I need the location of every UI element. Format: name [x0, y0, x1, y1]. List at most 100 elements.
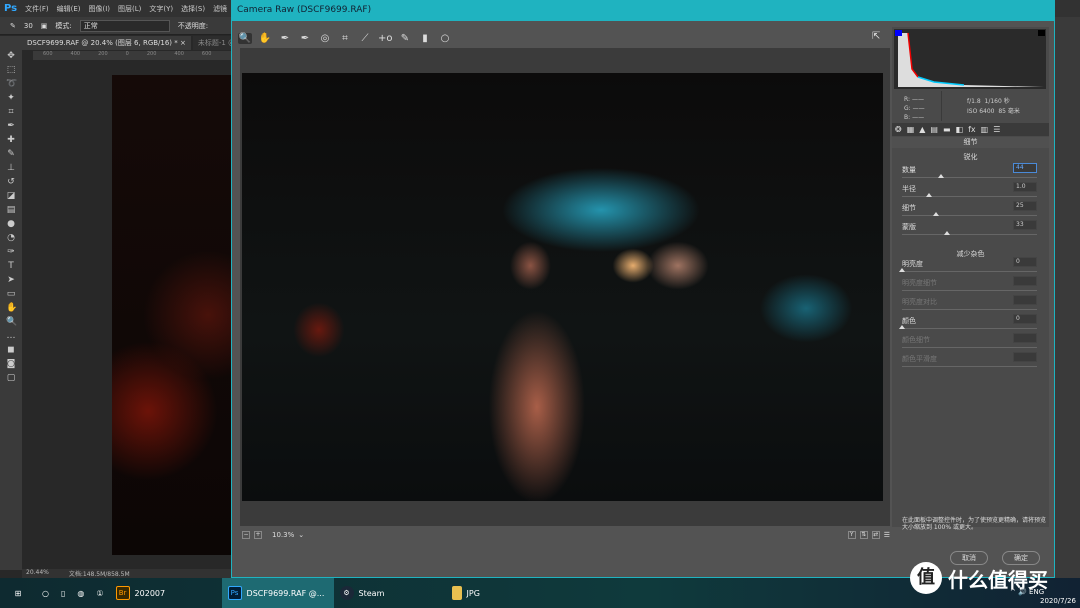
- slider-track[interactable]: [902, 271, 1037, 272]
- slider-value-input[interactable]: [1013, 295, 1037, 305]
- brush-panel-icon[interactable]: ▣: [41, 22, 48, 30]
- straighten-icon[interactable]: ⟋: [358, 33, 372, 44]
- copy-settings-button[interactable]: ⇄: [871, 530, 880, 539]
- slider-value-input[interactable]: 0: [1013, 257, 1037, 267]
- menu-filter[interactable]: 滤镜: [213, 4, 227, 14]
- tab-effects-icon[interactable]: fx: [968, 125, 976, 134]
- system-tray[interactable]: ^ 🔊 ENG: [1010, 588, 1044, 596]
- screen-mode-icon[interactable]: ▢: [6, 372, 16, 384]
- slider-track[interactable]: [902, 196, 1037, 197]
- tab-basic-icon[interactable]: ❂: [895, 125, 902, 134]
- clock-date[interactable]: 2020/7/26: [1040, 597, 1076, 605]
- slider-track[interactable]: [902, 328, 1037, 329]
- hand-tool-icon[interactable]: ✋: [258, 33, 272, 44]
- stamp-icon[interactable]: ⊥: [6, 162, 16, 174]
- shape-icon[interactable]: ▭: [6, 288, 16, 300]
- slider-track[interactable]: [902, 234, 1037, 235]
- tab-hsl-icon[interactable]: ▤: [930, 125, 938, 134]
- task-view-icon[interactable]: ▯: [55, 578, 71, 608]
- slider-value-input[interactable]: 1.0: [1013, 182, 1037, 192]
- tab-split-toning-icon[interactable]: ▬: [943, 125, 951, 134]
- adjustment-brush-icon[interactable]: ✎: [398, 33, 412, 44]
- slider-thumb[interactable]: [899, 268, 905, 272]
- slider-thumb[interactable]: [943, 231, 950, 235]
- slider-value-input[interactable]: 25: [1013, 201, 1037, 211]
- slider-track[interactable]: [902, 177, 1037, 178]
- status-zoom[interactable]: 20.44%: [26, 569, 49, 578]
- menu-type[interactable]: 文字(Y): [149, 4, 173, 14]
- healing-icon[interactable]: ✚: [6, 134, 16, 146]
- menu-file[interactable]: 文件(F): [25, 4, 49, 14]
- blur-icon[interactable]: ●: [6, 218, 16, 230]
- mode-select[interactable]: 正常: [79, 19, 170, 32]
- path-select-icon[interactable]: ➤: [6, 274, 16, 286]
- zoom-tool-icon[interactable]: 🔍: [238, 32, 252, 44]
- hand-icon[interactable]: ✋: [6, 302, 17, 314]
- pen-icon[interactable]: ✑: [6, 246, 16, 258]
- slider-track[interactable]: [902, 290, 1037, 291]
- before-after-y-button[interactable]: Y: [847, 530, 856, 539]
- slider-thumb[interactable]: [938, 174, 945, 178]
- tab-lens-icon[interactable]: ◧: [956, 125, 964, 134]
- menu-layer[interactable]: 图层(L): [118, 4, 141, 14]
- color-swatch-icon[interactable]: ◼: [6, 344, 16, 356]
- slider-track[interactable]: [902, 366, 1037, 367]
- tab-detail-icon[interactable]: ▲: [919, 125, 925, 134]
- slider-track[interactable]: [902, 215, 1037, 216]
- spot-removal-icon[interactable]: +o: [378, 33, 393, 44]
- slider-thumb[interactable]: [899, 325, 905, 329]
- zoom-out-button[interactable]: −: [242, 530, 250, 539]
- dodge-icon[interactable]: ◔: [6, 232, 16, 244]
- slider-value-input[interactable]: 44: [1013, 163, 1037, 173]
- eyedropper-icon[interactable]: ✒: [6, 120, 16, 132]
- menu-select[interactable]: 选择(S): [181, 4, 205, 14]
- slider-track[interactable]: [902, 347, 1037, 348]
- history-brush-icon[interactable]: ↺: [6, 176, 16, 188]
- slider-value-input[interactable]: 0: [1013, 314, 1037, 324]
- tab-calibration-icon[interactable]: ▥: [981, 125, 989, 134]
- chevron-down-icon[interactable]: ⌄: [298, 531, 304, 539]
- magic-wand-icon[interactable]: ✦: [6, 92, 16, 104]
- lasso-tool-icon[interactable]: ➰: [6, 78, 17, 90]
- radial-filter-icon[interactable]: ○: [438, 33, 452, 44]
- eraser-icon[interactable]: ◪: [6, 190, 16, 202]
- brush-tool-icon[interactable]: ✎: [6, 148, 16, 160]
- fullscreen-icon[interactable]: ⇱: [872, 31, 880, 42]
- zoom-icon[interactable]: 🔍: [6, 316, 17, 328]
- browser-icon[interactable]: ◍: [71, 578, 90, 608]
- brush-icon[interactable]: ✎: [10, 22, 16, 30]
- slider-thumb[interactable]: [932, 212, 939, 216]
- tab-dscf9699[interactable]: DSCF9699.RAF @ 20.4% (图层 6, RGB/16) * ×: [22, 36, 191, 50]
- graduated-filter-icon[interactable]: ▮: [418, 33, 432, 44]
- swap-button[interactable]: ⇅: [859, 530, 868, 539]
- zoom-in-button[interactable]: +: [254, 530, 262, 539]
- more-icon[interactable]: …: [6, 330, 16, 342]
- menu-image[interactable]: 图像(I): [89, 4, 111, 14]
- slider-track[interactable]: [902, 309, 1037, 310]
- marquee-tool-icon[interactable]: ⬚: [6, 64, 16, 76]
- target-adjust-icon[interactable]: ◎: [318, 33, 332, 44]
- slider-value-input[interactable]: [1013, 352, 1037, 362]
- taskbar-folder[interactable]: JPG: [446, 578, 558, 608]
- color-sampler-icon[interactable]: ✒: [298, 33, 312, 44]
- gradient-icon[interactable]: ▤: [6, 204, 16, 216]
- tab-curve-icon[interactable]: ▦: [907, 125, 915, 134]
- slider-value-input[interactable]: 33: [1013, 220, 1037, 230]
- slider-thumb[interactable]: [926, 193, 932, 197]
- taskbar-bridge[interactable]: Br 202007: [110, 578, 222, 608]
- taskbar-photoshop[interactable]: Ps DSCF9699.RAF @...: [221, 578, 334, 608]
- white-balance-icon[interactable]: ✒: [278, 33, 292, 44]
- type-icon[interactable]: T: [6, 260, 16, 272]
- crop-tool-icon[interactable]: ⌗: [6, 106, 16, 118]
- quickmask-icon[interactable]: ◙: [6, 358, 16, 370]
- zoom-level[interactable]: 10.3%: [272, 531, 294, 539]
- preferences-icon[interactable]: ☰: [884, 531, 890, 539]
- menu-edit[interactable]: 编辑(E): [57, 4, 81, 14]
- crop-icon[interactable]: ⌗: [338, 33, 352, 44]
- slider-value-input[interactable]: [1013, 276, 1037, 286]
- windows-start-icon[interactable]: ⊞: [0, 578, 36, 608]
- brush-size[interactable]: 30: [24, 22, 33, 30]
- app-icon[interactable]: ①: [90, 578, 109, 608]
- slider-value-input[interactable]: [1013, 333, 1037, 343]
- move-tool-icon[interactable]: ✥: [6, 50, 16, 62]
